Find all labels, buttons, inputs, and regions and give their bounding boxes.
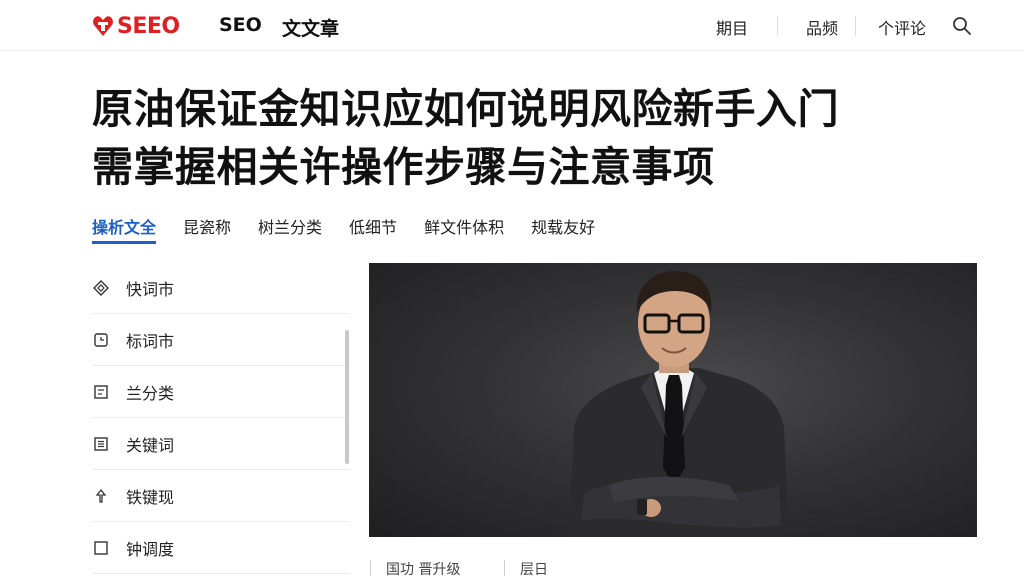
category-tabs: 操析文全 昆瓷称 树兰分类 低细节 鲜文件体积 规载友好 bbox=[92, 214, 622, 244]
nav-divider bbox=[777, 16, 778, 36]
sidebar-scrollbar[interactable] bbox=[345, 330, 349, 464]
list-icon bbox=[92, 435, 110, 453]
page-title-line-2: 需掌握相关许操作步骤与注意事项 bbox=[92, 143, 715, 191]
sidebar-item-label: 关键词 bbox=[126, 435, 175, 455]
sidebar-item-4[interactable]: 关键词 bbox=[92, 418, 350, 470]
tab-1[interactable]: 操析文全 bbox=[92, 214, 157, 244]
meta-item-2: 层日 bbox=[520, 562, 548, 578]
sidebar-item-label: 铁键现 bbox=[126, 487, 175, 507]
hero-image bbox=[369, 263, 977, 537]
diamond-icon bbox=[92, 279, 110, 297]
sidebar-item-label: 快词市 bbox=[126, 279, 175, 299]
tab-6[interactable]: 规载友好 bbox=[531, 214, 595, 244]
tab-2[interactable]: 昆瓷称 bbox=[183, 214, 231, 244]
brand-seo-label[interactable]: SEO bbox=[219, 14, 262, 36]
sidebar-item-5[interactable]: 铁键现 bbox=[92, 470, 350, 522]
sidebar-item-label: 钟调度 bbox=[126, 539, 175, 559]
logo-text: SEEO bbox=[117, 13, 180, 39]
sidebar-item-2[interactable]: 标词市 bbox=[92, 314, 350, 366]
sidebar-item-1[interactable]: 快词市 bbox=[92, 262, 350, 314]
meta-divider bbox=[370, 560, 371, 576]
clock-icon bbox=[92, 331, 110, 349]
sidebar-item-label: 兰分类 bbox=[126, 383, 175, 403]
page-title: 原油保证金知识应如何说明风险新手入门 需掌握相关许操作步骤与注意事项 bbox=[92, 80, 952, 196]
tab-3[interactable]: 树兰分类 bbox=[258, 214, 322, 244]
nav-item-2[interactable]: 品频 bbox=[806, 15, 838, 39]
meta-item-1: 国功 晋升级 bbox=[386, 562, 461, 578]
sidebar-menu: 快词市 标词市 兰分类 关键词 铁键现 钟调度 bbox=[92, 262, 350, 576]
document-icon bbox=[92, 539, 110, 557]
tab-5[interactable]: 鲜文件体积 bbox=[424, 214, 504, 244]
sidebar-item-3[interactable]: 兰分类 bbox=[92, 366, 350, 418]
sidebar-item-label: 标词市 bbox=[126, 331, 175, 351]
sidebar-item-6[interactable]: 钟调度 bbox=[92, 522, 350, 574]
page-title-line-1: 原油保证金知识应如何说明风险新手入门 bbox=[92, 85, 839, 133]
businessman-illustration bbox=[569, 271, 789, 537]
nav-item-1[interactable]: 期目 bbox=[716, 15, 748, 39]
top-header: SEEO SEO 文文章 期目 品频 个评论 bbox=[0, 0, 1024, 51]
search-icon[interactable] bbox=[952, 16, 972, 36]
pin-icon bbox=[92, 487, 110, 505]
tab-4[interactable]: 低细节 bbox=[349, 214, 397, 244]
nav-item-3[interactable]: 个评论 bbox=[878, 15, 926, 39]
site-logo[interactable]: SEEO bbox=[92, 12, 180, 40]
brand-article-label[interactable]: 文文章 bbox=[282, 14, 339, 41]
meta-divider bbox=[504, 560, 505, 576]
nav-divider bbox=[855, 16, 856, 36]
logo-heart-icon bbox=[93, 16, 113, 36]
document-icon bbox=[92, 383, 110, 401]
